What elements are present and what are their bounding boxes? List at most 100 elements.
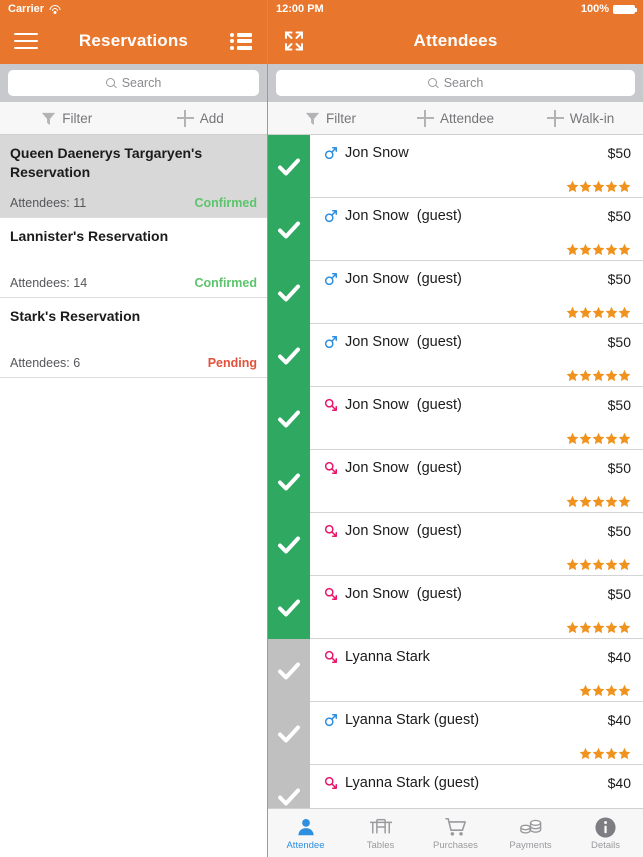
attendee-check-toggle[interactable] <box>268 765 310 808</box>
attendee-check-toggle[interactable] <box>268 324 310 387</box>
attendee-check-toggle[interactable] <box>268 450 310 513</box>
search-input[interactable]: Search <box>8 70 259 96</box>
tab-label: Tables <box>366 840 395 851</box>
rating-stars[interactable] <box>566 558 631 571</box>
tab-tables[interactable]: Tables <box>343 809 418 857</box>
list-view-button[interactable] <box>215 18 267 64</box>
hamburger-menu-button[interactable] <box>0 18 52 64</box>
female-gender-icon <box>324 524 338 538</box>
rating-stars[interactable] <box>579 684 631 697</box>
attendee-name: Lyanna Stark (guest) <box>345 775 480 791</box>
add-reservation-button[interactable]: Add <box>134 102 268 134</box>
attendee-row-bottom <box>324 180 631 197</box>
checkmark-icon <box>276 406 302 432</box>
attendee-row[interactable]: Jon Snow (guest) $50 <box>268 324 643 387</box>
attendee-check-toggle[interactable] <box>268 135 310 198</box>
reservation-item-daenerys[interactable]: Queen Daenerys Targaryen's Reservation A… <box>0 135 267 218</box>
battery-full-icon <box>613 4 637 14</box>
search-icon <box>427 77 439 89</box>
rating-stars[interactable] <box>566 306 631 319</box>
right-toolbar: Filter Attendee Walk-in <box>268 102 643 135</box>
attendee-row[interactable]: Jon Snow (guest) $50 <box>268 450 643 513</box>
info-circle-icon <box>594 815 617 839</box>
hamburger-menu-icon <box>14 33 38 49</box>
tab-attendee[interactable]: Attendee <box>268 809 343 857</box>
reservation-item-stark[interactable]: Stark's Reservation Attendees: 6 Pending <box>0 297 267 378</box>
attendee-row-body: Jon Snow $50 <box>310 135 643 198</box>
reservation-name: Queen Daenerys Targaryen's Reservation <box>10 145 203 180</box>
male-gender-icon <box>324 146 338 160</box>
attendee-row-top: Jon Snow (guest) $50 <box>324 450 631 476</box>
attendee-row-top: Lyanna Stark (guest) $40 <box>324 702 631 728</box>
filter-button[interactable]: Filter <box>0 102 134 134</box>
attendee-check-toggle[interactable] <box>268 198 310 261</box>
shopping-cart-icon <box>444 815 468 839</box>
attendee-check-toggle[interactable] <box>268 576 310 639</box>
search-placeholder: Search <box>121 76 162 90</box>
attendee-price: $50 <box>607 460 631 476</box>
reservation-list: Queen Daenerys Targaryen's Reservation A… <box>0 135 267 857</box>
attendee-row[interactable]: Jon Snow (guest) $50 <box>268 261 643 324</box>
reservation-name: Stark's Reservation <box>10 307 141 324</box>
left-navbar: Reservations <box>0 18 267 64</box>
attendee-row[interactable]: Jon Snow (guest) $50 <box>268 198 643 261</box>
attendee-row[interactable]: Lyanna Stark $40 <box>268 639 643 702</box>
female-gender-icon <box>324 650 338 664</box>
attendee-row[interactable]: Jon Snow (guest) $50 <box>268 576 643 639</box>
reservation-name: Lannister's Reservation <box>10 227 169 244</box>
attendee-check-toggle[interactable] <box>268 513 310 576</box>
attendee-check-toggle[interactable] <box>268 387 310 450</box>
tab-purchases[interactable]: Purchases <box>418 809 493 857</box>
attendee-row-body: Jon Snow (guest) $50 <box>310 261 643 324</box>
attendee-row[interactable]: Jon Snow $50 <box>268 135 643 198</box>
rating-stars[interactable] <box>566 243 631 256</box>
attendee-row[interactable]: Jon Snow (guest) $50 <box>268 513 643 576</box>
attendee-count: Attendees: 14 <box>10 275 88 290</box>
attendee-check-toggle[interactable] <box>268 639 310 702</box>
expand-fullscreen-icon <box>282 29 306 53</box>
tab-payments[interactable]: Payments <box>493 809 568 857</box>
attendee-row-top: Jon Snow (guest) $50 <box>324 261 631 287</box>
attendee-name: Jon Snow (guest) <box>345 586 462 602</box>
add-label: Add <box>199 110 224 126</box>
attendee-row-bottom <box>324 621 631 638</box>
add-attendee-button[interactable]: Attendee <box>393 102 518 134</box>
rating-stars[interactable] <box>579 747 631 760</box>
reservation-item-lannister[interactable]: Lannister's Reservation Attendees: 14 Co… <box>0 217 267 298</box>
checkmark-icon <box>276 658 302 684</box>
attendee-price: $50 <box>607 586 631 602</box>
battery-group: 100% <box>581 3 637 15</box>
attendee-name: Jon Snow <box>345 145 409 161</box>
female-gender-icon <box>324 461 338 475</box>
right-navbar: Attendees <box>268 18 643 64</box>
search-input[interactable]: Search <box>276 70 635 96</box>
attendee-row[interactable]: Lyanna Stark (guest) $40 <box>268 702 643 765</box>
reservation-meta: Attendees: 11 Confirmed <box>10 182 257 210</box>
attendee-name: Jon Snow (guest) <box>345 271 462 287</box>
filter-button[interactable]: Filter <box>268 102 393 134</box>
attendee-row[interactable]: Jon Snow (guest) $50 <box>268 387 643 450</box>
rating-stars[interactable] <box>566 180 631 193</box>
attendee-row-bottom <box>324 306 631 323</box>
attendee-check-toggle[interactable] <box>268 261 310 324</box>
rating-stars[interactable] <box>566 495 631 508</box>
filter-label: Filter <box>62 110 93 126</box>
rating-stars[interactable] <box>566 621 631 634</box>
female-gender-icon <box>324 398 338 412</box>
attendee-row-top: Jon Snow (guest) $50 <box>324 387 631 413</box>
reservations-panel: Carrier Reservations Search Filter Add Q… <box>0 0 268 857</box>
attendee-row[interactable]: Lyanna Stark (guest) $40 <box>268 765 643 808</box>
attendee-check-toggle[interactable] <box>268 702 310 765</box>
add-walkin-button[interactable]: Walk-in <box>518 102 643 134</box>
attendee-row-top: Jon Snow (guest) $50 <box>324 324 631 350</box>
attendee-row-top: Lyanna Stark $40 <box>324 639 631 665</box>
expand-fullscreen-button[interactable] <box>268 18 320 64</box>
left-search-bar: Search <box>0 64 267 102</box>
rating-stars[interactable] <box>566 432 631 445</box>
attendee-price: $40 <box>607 712 631 728</box>
tab-details[interactable]: Details <box>568 809 643 857</box>
checkmark-icon <box>276 532 302 558</box>
page-title: Attendees <box>413 31 498 50</box>
rating-stars[interactable] <box>566 369 631 382</box>
attendee-price: $40 <box>607 775 631 791</box>
